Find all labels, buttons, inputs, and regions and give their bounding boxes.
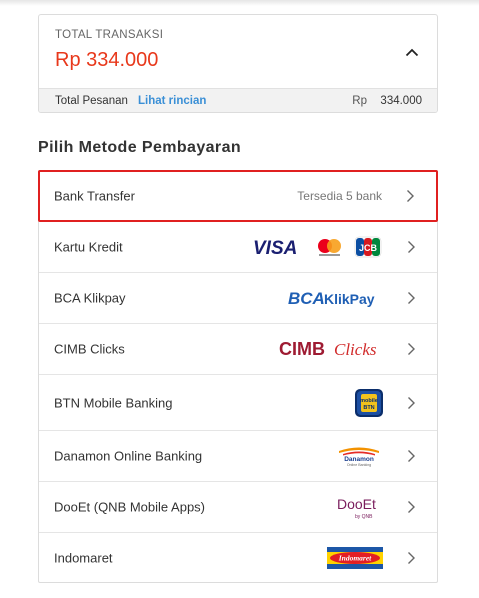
payment-section-title: Pilih Metode Pembayaran: [38, 139, 242, 156]
payment-method-label: Bank Transfer: [54, 188, 135, 204]
jcb-logo: JCB: [354, 236, 382, 258]
available-banks-note: Tersedia 5 bank: [297, 189, 382, 203]
mastercard-logo: [318, 239, 341, 256]
summary-header: TOTAL TRANSAKSI Rp 334.000: [39, 15, 437, 88]
cimb-clicks-logo: CIMB Clicks: [279, 338, 383, 360]
dooet-qnb-logo: DooEt by QNB: [335, 494, 383, 520]
chevron-right-icon: [408, 292, 415, 304]
payment-method-credit-card[interactable]: Kartu Kredit VISA JCB: [39, 222, 437, 273]
chevron-right-icon: [408, 501, 415, 513]
payment-method-label: CIMB Clicks: [54, 341, 125, 357]
svg-text:Danamon: Danamon: [344, 456, 374, 463]
svg-text:CIMB: CIMB: [279, 339, 325, 359]
bca-klikpay-logo: BCA KlikPay: [288, 288, 383, 308]
subtotal-currency: Rp: [352, 95, 367, 107]
payment-method-indomaret[interactable]: Indomaret Indomaret: [39, 533, 437, 583]
payment-method-bank-transfer[interactable]: Bank Transfer Tersedia 5 bank: [38, 170, 438, 222]
transaction-summary-card: TOTAL TRANSAKSI Rp 334.000 Total Pesanan…: [38, 14, 438, 113]
collapse-summary-button[interactable]: [399, 39, 425, 65]
svg-text:BCA: BCA: [288, 289, 325, 308]
payment-method-label: DooEt (QNB Mobile Apps): [54, 499, 206, 515]
total-amount: Rp 334.000: [55, 49, 159, 71]
chevron-up-icon: [405, 48, 419, 56]
payment-method-list: Bank Transfer Tersedia 5 bank Kartu Kred…: [38, 170, 438, 583]
payment-method-label: Kartu Kredit: [54, 239, 123, 255]
subtotal-value: 334.000: [380, 95, 422, 107]
indomaret-logo: Indomaret: [327, 547, 383, 569]
payment-method-label: BTN Mobile Banking: [54, 395, 173, 410]
chevron-right-icon: [408, 450, 415, 462]
svg-text:mobile: mobile: [360, 398, 378, 404]
payment-method-label: Danamon Online Banking: [54, 448, 203, 464]
payment-method-bca-klikpay[interactable]: BCA Klikpay BCA KlikPay: [39, 273, 437, 324]
svg-text:Clicks: Clicks: [334, 340, 377, 359]
payment-method-btn-mobile-banking[interactable]: BTN Mobile Banking mobile BTN: [39, 375, 437, 431]
svg-text:BTN: BTN: [363, 405, 374, 411]
chevron-right-icon: [408, 241, 415, 253]
chevron-right-icon: [407, 190, 414, 202]
visa-logo: VISA: [253, 238, 297, 258]
svg-text:DooEt: DooEt: [337, 496, 376, 512]
btn-mobile-app-icon: mobile BTN: [355, 388, 383, 417]
payment-method-dooet-qnb[interactable]: DooEt (QNB Mobile Apps) DooEt by QNB: [39, 482, 437, 533]
chevron-right-icon: [408, 396, 415, 409]
svg-text:Online Banking: Online Banking: [347, 463, 371, 467]
chevron-right-icon: [408, 343, 415, 355]
total-label: TOTAL TRANSAKSI: [55, 29, 164, 41]
svg-text:by QNB: by QNB: [355, 514, 373, 520]
danamon-logo: Danamon Online Banking: [335, 445, 383, 467]
top-shadow: [0, 0, 479, 6]
payment-method-danamon-online-banking[interactable]: Danamon Online Banking Danamon Online Ba…: [39, 431, 437, 482]
svg-text:JCB: JCB: [359, 243, 378, 253]
summary-footer: Total Pesanan Lihat rincian Rp 334.000: [39, 88, 437, 112]
chevron-right-icon: [408, 552, 415, 564]
payment-method-label: Indomaret: [54, 550, 113, 566]
payment-method-cimb-clicks[interactable]: CIMB Clicks CIMB Clicks: [39, 324, 437, 375]
visa-mastercard-jcb-logos: VISA JCB: [253, 236, 383, 258]
svg-text:Indomaret: Indomaret: [338, 554, 372, 563]
svg-text:KlikPay: KlikPay: [324, 291, 375, 307]
payment-method-label: BCA Klikpay: [54, 290, 126, 306]
details-link[interactable]: Lihat rincian: [138, 95, 206, 107]
subtotal-label: Total Pesanan: [55, 95, 128, 107]
